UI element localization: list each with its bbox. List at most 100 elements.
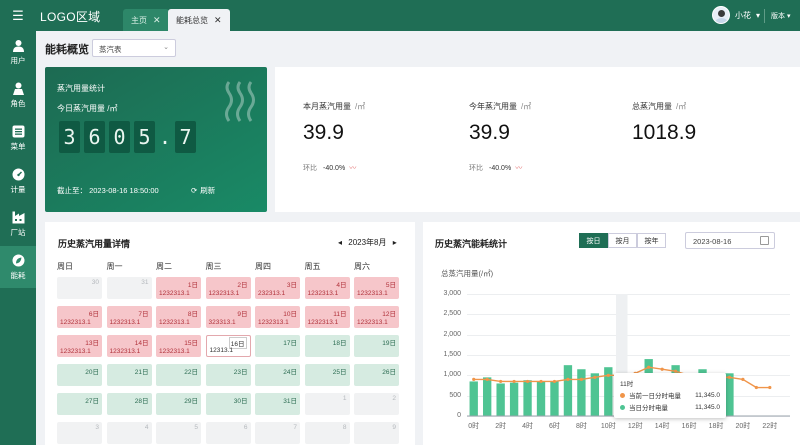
calendar-day[interactable]: 9 xyxy=(354,422,399,444)
calendar-day[interactable]: 11日 1232313.1 xyxy=(304,306,350,328)
chart-bar[interactable] xyxy=(483,377,492,416)
chevron-down-icon: ⌄ xyxy=(163,44,169,51)
calendar-day[interactable]: 3 xyxy=(57,422,102,444)
close-icon[interactable]: ✕ xyxy=(214,15,222,26)
sidebar-item-menus[interactable]: 菜单 xyxy=(0,117,36,159)
calendar-day[interactable]: 13日 1232313.1 xyxy=(57,335,102,357)
calendar-day[interactable]: 2 xyxy=(354,393,399,415)
calendar-day[interactable]: 10日 1232313.1 xyxy=(255,306,300,328)
day-number: 18日 xyxy=(332,340,347,347)
day-number: 1日 xyxy=(187,282,198,289)
calendar-day[interactable]: 15日 1232313.1 xyxy=(156,335,201,357)
sidebar-item-metering[interactable]: 计量 xyxy=(0,160,36,202)
calendar-day[interactable]: 3日 232313.1 xyxy=(255,277,300,299)
x-tick-label: 4时 xyxy=(522,423,534,430)
calendar-day[interactable]: 19日 xyxy=(354,335,399,357)
meter-type-select[interactable]: 蒸汽表 ⌄ xyxy=(92,39,176,57)
sidebar-item-roles[interactable]: 角色 xyxy=(0,74,36,116)
calendar-day[interactable]: 8日 1232313.1 xyxy=(156,306,201,328)
calendar-day[interactable]: 8 xyxy=(304,422,350,444)
chart-bar[interactable] xyxy=(509,382,519,416)
calendar-day[interactable]: 25日 xyxy=(304,364,350,386)
chart-bar[interactable] xyxy=(469,381,478,416)
refresh-button[interactable]: ⟳ 刷新 xyxy=(191,185,215,196)
stat-label: 总蒸汽用量/㎡ xyxy=(632,102,687,111)
calendar-day[interactable]: 28日 xyxy=(106,393,152,415)
next-month-icon[interactable]: ▸ xyxy=(393,238,397,247)
calendar-day[interactable]: 2日 1232313.1 xyxy=(205,277,251,299)
sidebar-item-users[interactable]: 用户 xyxy=(0,31,36,73)
calendar-day[interactable]: 16日 12313.1 xyxy=(205,335,251,357)
chart-bar[interactable] xyxy=(590,373,600,416)
calendar-day[interactable]: 29日 xyxy=(156,393,201,415)
chart-bar[interactable] xyxy=(563,365,573,416)
calendar-day[interactable]: 1 xyxy=(304,393,350,415)
chart-bar[interactable] xyxy=(725,373,734,416)
chart-bar[interactable] xyxy=(523,380,532,416)
chart-line-point xyxy=(539,379,543,384)
calendar-day[interactable]: 9日 323313.1 xyxy=(205,306,251,328)
chevron-down-icon: ▾ xyxy=(756,10,761,20)
calendar-day[interactable]: 20日 xyxy=(57,364,102,386)
stat-value: 39.9 xyxy=(469,121,510,144)
calendar-day[interactable]: 30日 xyxy=(205,393,251,415)
calendar-day[interactable]: 24日 xyxy=(255,364,300,386)
day-number: 7日 xyxy=(138,311,149,318)
calendar-day[interactable]: 18日 xyxy=(304,335,350,357)
chart-bar[interactable] xyxy=(577,369,586,416)
calendar-day[interactable]: 4日 1232313.1 xyxy=(304,277,350,299)
prev-month-icon[interactable]: ◂ xyxy=(338,238,342,247)
day-number: 14日 xyxy=(134,340,149,347)
sidebar-item-energy[interactable]: 能耗 xyxy=(0,246,36,288)
day-usage-value: 1232313.1 xyxy=(60,319,91,326)
calendar-day[interactable]: 17日 xyxy=(255,335,300,357)
calendar-day[interactable]: 6 xyxy=(205,422,251,444)
calendar-day[interactable]: 26日 xyxy=(354,364,399,386)
chart-bar[interactable] xyxy=(496,383,505,416)
trend-down-icon: 〰 xyxy=(515,165,523,172)
x-tick-label: 2时 xyxy=(495,423,507,430)
close-icon[interactable]: ✕ xyxy=(153,15,161,26)
x-tick-label: 8时 xyxy=(575,423,587,430)
hamburger-menu-icon[interactable]: ☰ xyxy=(0,0,36,31)
calendar-day[interactable]: 7 xyxy=(255,422,300,444)
user-menu[interactable]: 小花 ▾ xyxy=(712,6,760,24)
calendar-day[interactable]: 1日 1232313.1 xyxy=(156,277,201,299)
calendar-day[interactable]: 30 xyxy=(57,277,102,299)
calendar-day[interactable]: 7日 1232313.1 xyxy=(106,306,152,328)
day-usage-value: 323313.1 xyxy=(208,319,236,326)
day-number: 20日 xyxy=(85,369,99,376)
calendar-day[interactable]: 6日 1232313.1 xyxy=(57,306,102,328)
calendar-day[interactable]: 22日 xyxy=(156,364,201,386)
calendar-day[interactable]: 31日 xyxy=(255,393,300,415)
x-tick-label: 12时 xyxy=(627,423,643,430)
sidebar-item-stations[interactable]: 厂站 xyxy=(0,203,36,245)
day-number: 4日 xyxy=(336,282,347,289)
chart-bar[interactable] xyxy=(550,381,559,416)
calendar-day[interactable]: 27日 xyxy=(57,393,102,415)
legend-dot-icon xyxy=(620,404,625,410)
sidebar-item-label: 计量 xyxy=(10,184,26,194)
tab-home-label: 主页 xyxy=(131,15,147,25)
month-label: 2023年8月 xyxy=(348,238,387,247)
chart-bar[interactable] xyxy=(536,381,546,416)
tab-home[interactable]: 主页 ✕ xyxy=(123,9,169,31)
weekday-header: 周六 xyxy=(354,262,370,271)
calendar-day[interactable]: 31 xyxy=(106,277,152,299)
month-switcher: ◂ 2023年8月 ▸ xyxy=(338,237,397,248)
calendar-day[interactable]: 5 xyxy=(156,422,201,444)
day-number: 23日 xyxy=(233,369,248,376)
tab-energy-overview[interactable]: 能耗总览 ✕ xyxy=(168,9,230,31)
legend-dot-icon xyxy=(620,392,625,398)
calendar-day[interactable]: 12日 1232313.1 xyxy=(354,306,399,328)
calendar-day[interactable]: 21日 xyxy=(106,364,152,386)
calendar-day[interactable]: 14日 1232313.1 xyxy=(106,335,152,357)
day-number: 24日 xyxy=(283,369,297,376)
tab-energy-overview-label: 能耗总览 xyxy=(176,15,208,25)
calendar-day[interactable]: 23日 xyxy=(205,364,251,386)
sidebar-item-label: 厂站 xyxy=(10,227,26,237)
trend-down-icon: 〰 xyxy=(349,165,357,172)
calendar-day[interactable]: 5日 1232313.1 xyxy=(354,277,399,299)
calendar-day[interactable]: 4 xyxy=(106,422,152,444)
version-menu[interactable]: 版本 ▾ xyxy=(771,11,790,21)
